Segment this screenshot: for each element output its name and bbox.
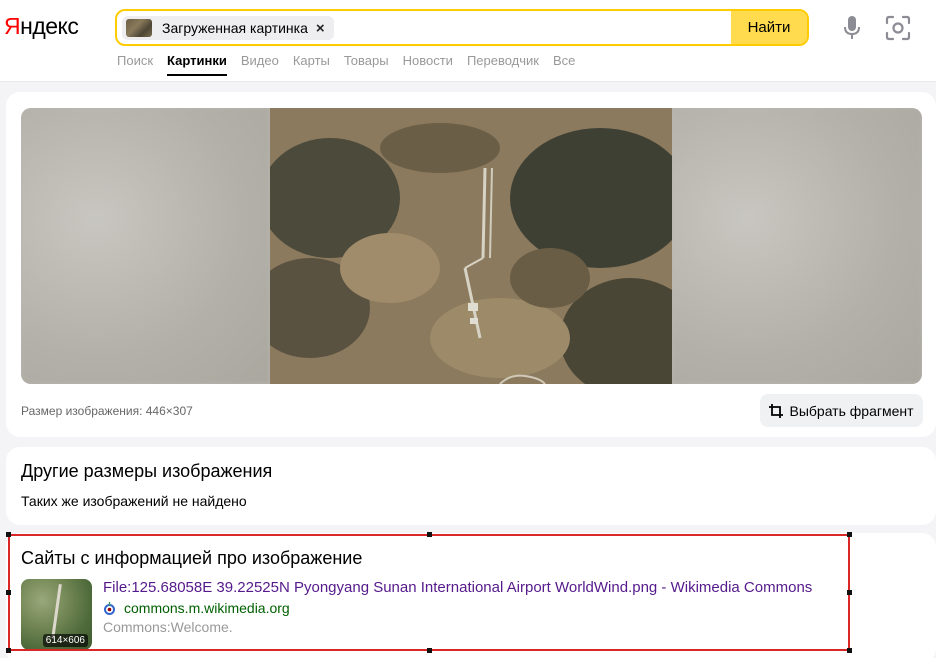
preview-blur-left (21, 108, 270, 384)
search-box[interactable]: Загруженная картинка × Найти (115, 9, 809, 46)
result-title-link[interactable]: File:125.68058E 39.22525N Pyongyang Suna… (103, 579, 812, 596)
other-sizes-card: Другие размеры изображения Таких же изоб… (6, 447, 936, 525)
thumbnail-size-badge: 614×606 (42, 634, 88, 647)
tab-images[interactable]: Картинки (167, 53, 227, 76)
nav-tabs: Поиск Картинки Видео Карты Товары Новост… (117, 53, 589, 76)
microphone-icon[interactable] (841, 15, 863, 41)
tab-video[interactable]: Видео (241, 53, 279, 68)
crop-icon (769, 403, 784, 418)
tab-all[interactable]: Все (553, 53, 575, 68)
tab-translator[interactable]: Переводчик (467, 53, 539, 68)
result-description: Commons:Welcome. (103, 619, 233, 635)
chip-label: Загруженная картинка (162, 20, 308, 36)
image-preview-area[interactable] (21, 108, 922, 384)
other-sizes-title: Другие размеры изображения (21, 461, 273, 481)
select-fragment-button[interactable]: Выбрать фрагмент (760, 394, 923, 427)
sites-title: Сайты с информацией про изображение (21, 548, 363, 568)
uploaded-image-chip: Загруженная картинка × (122, 16, 334, 40)
other-sizes-subtitle: Таких же изображений не найдено (21, 493, 247, 509)
header: Яндекс Загруженная картинка × Найти Поис… (0, 0, 936, 82)
logo-first-letter: Я (4, 13, 21, 39)
tab-products[interactable]: Товары (344, 53, 389, 68)
chip-thumbnail (126, 19, 152, 37)
result-site-domain: commons.m.wikimedia.org (124, 600, 290, 616)
sites-card: Сайты с информацией про изображение 614×… (6, 533, 936, 658)
thumbnail-runway (51, 584, 62, 639)
tab-maps[interactable]: Карты (293, 53, 330, 68)
search-button[interactable]: Найти (731, 11, 807, 44)
logo-rest: ндекс (20, 13, 79, 39)
image-preview-card: Размер изображения: 446×307 Выбрать фраг… (6, 92, 936, 437)
select-fragment-label: Выбрать фрагмент (789, 402, 914, 419)
camera-search-icon[interactable] (885, 15, 911, 41)
uploaded-image (270, 108, 672, 384)
yandex-logo[interactable]: Яндекс (4, 13, 79, 40)
result-site-link[interactable]: commons.m.wikimedia.org (103, 600, 290, 616)
close-icon[interactable]: × (316, 20, 325, 37)
preview-blur-right (672, 108, 922, 384)
tab-news[interactable]: Новости (403, 53, 453, 68)
image-size-text: Размер изображения: 446×307 (21, 404, 193, 418)
tab-search[interactable]: Поиск (117, 53, 153, 68)
result-thumbnail[interactable]: 614×606 (21, 579, 92, 650)
wikimedia-favicon-icon (104, 601, 115, 615)
